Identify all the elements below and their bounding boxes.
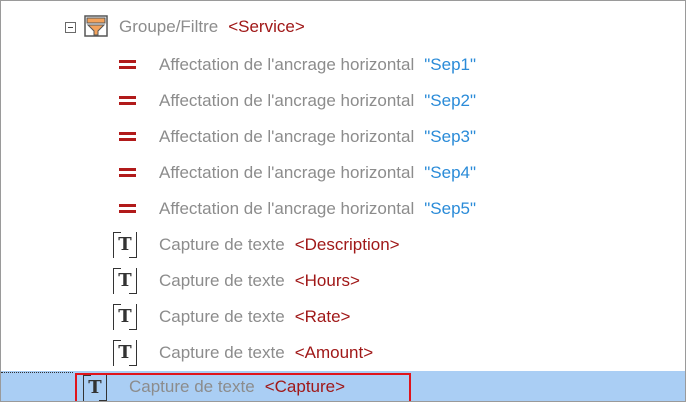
equals-icon [117,58,141,72]
tree-row-group[interactable]: Groupe/Filtre <Service> [1,9,685,45]
anchor-label: Affectation de l'ancrage horizontal [159,91,415,110]
text-capture-icon: T [81,375,109,401]
equals-icon [117,166,141,180]
tree-row-anchor[interactable]: Affectation de l'ancrage horizontal "Sep4… [1,155,685,191]
anchor-label: Affectation de l'ancrage horizontal [159,163,415,182]
capture-label: Capture de texte [159,307,285,326]
tree-row-capture[interactable]: T Capture de texte <Amount> [1,335,685,371]
group-value: <Service> [228,17,305,36]
text-capture-icon: T [111,232,139,258]
capture-value: <Rate> [294,307,351,326]
tree-row-capture[interactable]: T Capture de texte <Rate> [1,299,685,335]
xml-tree: Groupe/Filtre <Service> Affectation de l'… [1,1,685,401]
equals-icon [117,202,141,216]
text-capture-icon: T [111,304,139,330]
capture-value: <Description> [294,235,400,254]
group-label: Groupe/Filtre [119,17,219,36]
anchor-value: "Sep4" [424,163,477,182]
equals-icon [117,130,141,144]
capture-label: Capture de texte [159,343,285,362]
tree-row-capture[interactable]: T Capture de texte <Description> [1,227,685,263]
capture-value: <Capture> [264,377,346,396]
tree-panel: Groupe/Filtre <Service> Affectation de l'… [0,0,686,402]
collapse-icon[interactable] [65,22,76,33]
anchor-value: "Sep5" [424,199,477,218]
anchor-value: "Sep3" [424,127,477,146]
equals-icon [117,94,141,108]
capture-label: Capture de texte [159,235,285,254]
tree-row-anchor[interactable]: Affectation de l'ancrage horizontal "Sep2… [1,83,685,119]
tree-row-anchor[interactable]: Affectation de l'ancrage horizontal "Sep3… [1,119,685,155]
anchor-label: Affectation de l'ancrage horizontal [159,127,415,146]
capture-value: <Hours> [294,271,360,290]
tree-row-anchor[interactable]: Affectation de l'ancrage horizontal "Sep5… [1,191,685,227]
tree-row-capture-selected[interactable]: T Capture de texte <Capture> [1,371,685,401]
anchor-value: "Sep2" [424,91,477,110]
capture-label: Capture de texte [129,377,255,396]
filter-icon [83,15,109,39]
text-capture-icon: T [111,268,139,294]
anchor-label: Affectation de l'ancrage horizontal [159,199,415,218]
anchor-value: "Sep1" [424,55,477,74]
anchor-label: Affectation de l'ancrage horizontal [159,55,415,74]
tree-row-anchor[interactable]: Affectation de l'ancrage horizontal "Sep1… [1,47,685,83]
capture-value: <Amount> [294,343,374,362]
tree-row-capture[interactable]: T Capture de texte <Hours> [1,263,685,299]
capture-label: Capture de texte [159,271,285,290]
text-capture-icon: T [111,340,139,366]
